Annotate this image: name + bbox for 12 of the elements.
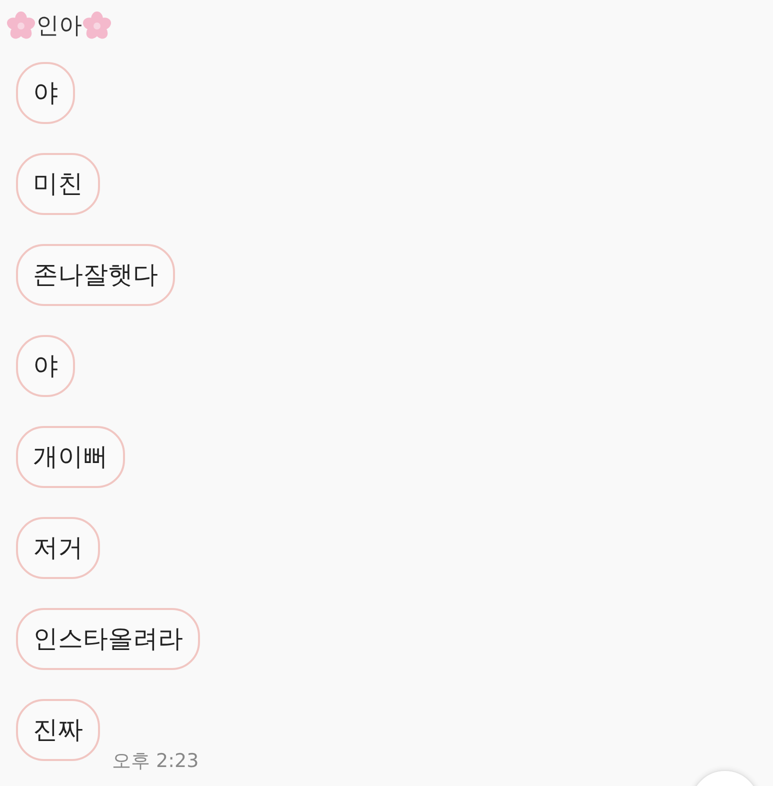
flower-icon (6, 11, 36, 41)
message-bubble: 야 (16, 62, 75, 124)
sender-name: 인아 (36, 12, 82, 41)
message-time: 오후 2:23 (112, 748, 199, 774)
message-bubble: 미친 (16, 153, 100, 215)
flower-icon (82, 11, 112, 41)
message-bubble: 야 (16, 335, 75, 397)
message-bubble: 개이뻐 (16, 426, 125, 488)
message-bubble: 저거 (16, 517, 100, 579)
message-bubble: 인스타올려라 (16, 608, 200, 670)
message-bubble: 존나잘햇다 (16, 244, 175, 306)
message-bubble: 진짜 (16, 699, 100, 761)
